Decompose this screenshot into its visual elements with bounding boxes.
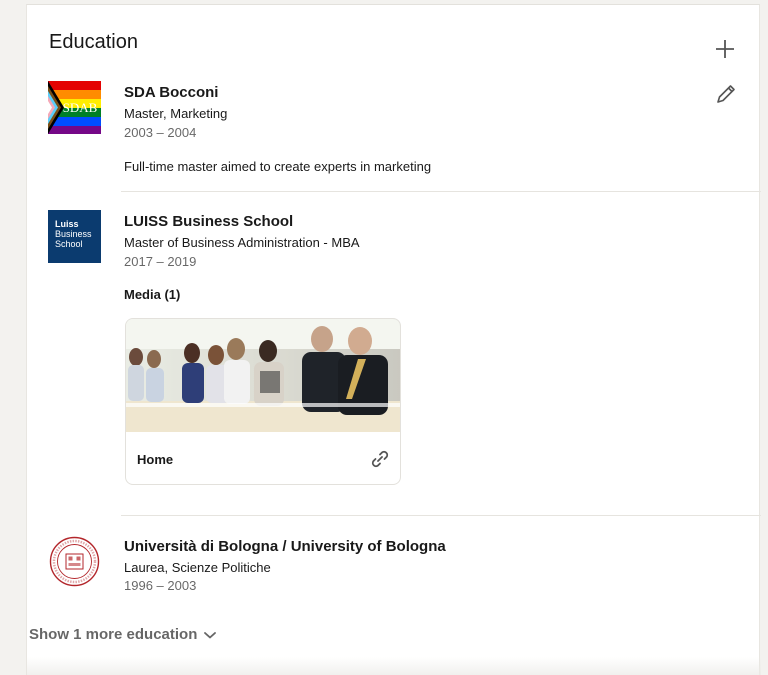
show-more-label: Show 1 more education [29,626,198,643]
link-icon[interactable] [369,448,391,470]
divider [121,515,761,516]
sda-logo-text: SDAB [63,100,98,115]
education-card: Education SDAB SDA Bocconi Master, Marke… [26,4,761,675]
degree: Laurea, Scienze Politiche [124,560,271,575]
page: Education SDAB SDA Bocconi Master, Marke… [0,0,768,675]
description: Full-time master aimed to create experts… [124,159,432,174]
luiss-logo-line-1: Luiss [55,219,79,229]
chevron-down-icon [204,631,217,638]
pencil-icon [717,85,735,103]
bottom-fade [27,657,761,675]
luiss-logo-line-3: School [55,239,83,249]
luiss-logo-line-2: Business [55,229,92,239]
section-title: Education [49,31,138,53]
edit-education-button[interactable] [713,81,739,107]
date-range: 1996 – 2003 [124,578,197,593]
degree: Master, Marketing [124,106,228,121]
degree: Master of Business Administration - MBA [124,235,360,250]
media-label: Media (1) [124,287,181,302]
school-name[interactable]: LUISS Business School [124,213,293,230]
sda-bocconi-logo[interactable]: SDAB [48,81,101,134]
school-name[interactable]: SDA Bocconi [124,84,218,101]
university-of-bologna-logo[interactable] [48,535,101,588]
show-more-education-button[interactable]: Show 1 more education [29,626,217,643]
school-name[interactable]: Università di Bologna / University of Bo… [124,538,446,555]
add-education-button[interactable] [711,35,739,63]
divider [121,191,761,192]
media-card[interactable]: Home [125,318,401,485]
date-range: 2017 – 2019 [124,254,197,269]
luiss-logo[interactable]: Luiss Business School [48,210,101,263]
plus-icon [716,40,734,58]
date-range: 2003 – 2004 [124,125,197,140]
media-title[interactable]: Home [137,452,173,467]
media-thumbnail [126,319,400,432]
